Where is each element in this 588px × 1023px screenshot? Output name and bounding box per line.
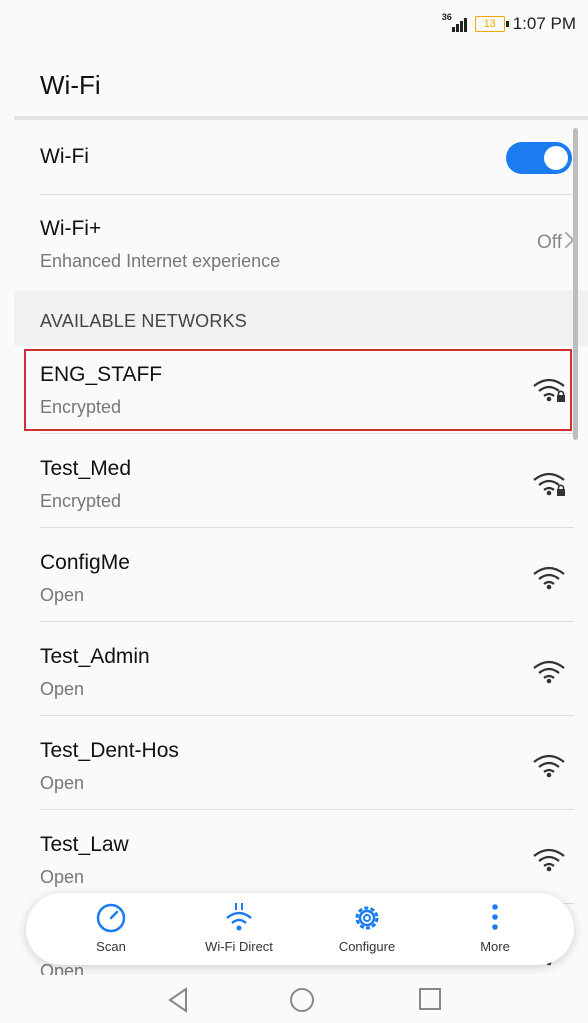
network-name: Test_Dent-Hos xyxy=(40,739,179,762)
wifi-label: Wi-Fi xyxy=(40,145,89,168)
wifi-plus-row[interactable]: Wi-Fi+ Enhanced Internet experience xyxy=(14,195,574,289)
wifi-locked-icon xyxy=(533,472,565,496)
wifi-plus-label: Wi-Fi+ xyxy=(40,217,102,240)
network-type-label: 36 xyxy=(441,12,452,22)
wifi-toggle-row[interactable]: Wi-Fi xyxy=(14,122,574,194)
network-name: Test_Med xyxy=(40,457,132,480)
status-time: 1:07 PM xyxy=(512,14,576,33)
wifi-direct-button[interactable]: Wi-Fi Direct xyxy=(184,893,294,965)
wifi-direct-icon xyxy=(226,903,252,931)
network-name: Test_Law xyxy=(40,833,129,856)
network-status: Open xyxy=(40,679,85,699)
wifi-icon xyxy=(533,754,565,778)
system-nav-bar xyxy=(0,975,588,1023)
configure-label: Configure xyxy=(338,939,396,954)
recents-icon[interactable] xyxy=(418,987,442,1011)
divider xyxy=(40,433,574,434)
selection-highlight xyxy=(24,349,572,431)
more-vertical-icon xyxy=(492,904,498,930)
battery-icon: 13 xyxy=(474,16,509,32)
network-status: Open xyxy=(40,585,85,605)
divider xyxy=(40,715,574,716)
gear-icon xyxy=(355,906,379,930)
section-header: AVAILABLE NETWORKS xyxy=(40,311,247,331)
network-name: Test_Admin xyxy=(40,645,150,668)
divider xyxy=(40,527,574,528)
wifi-direct-label: Wi-Fi Direct xyxy=(205,939,273,954)
network-status: Open xyxy=(40,773,85,793)
cellular-signal-icon: 36 xyxy=(442,12,467,32)
more-button[interactable]: More xyxy=(440,893,550,965)
page-title: Wi-Fi xyxy=(40,70,101,100)
wifi-icon xyxy=(533,566,565,590)
divider xyxy=(40,809,574,810)
wifi-plus-sublabel: Enhanced Internet experience xyxy=(40,251,281,271)
more-label: More xyxy=(480,939,510,954)
scan-button[interactable]: Scan xyxy=(56,893,166,965)
back-icon[interactable] xyxy=(166,987,190,1013)
wifi-icon xyxy=(533,660,565,684)
wifi-icon xyxy=(533,848,565,872)
network-status: Open xyxy=(40,867,85,887)
divider xyxy=(40,621,574,622)
status-bar: 36 13 1:07 PM xyxy=(0,0,588,50)
network-status: Encrypted xyxy=(40,491,122,511)
bottom-action-bar: Scan Wi-Fi Direct Configure More xyxy=(26,893,574,965)
battery-level: 13 xyxy=(483,18,496,30)
scrollbar[interactable] xyxy=(573,128,578,440)
configure-button[interactable]: Configure xyxy=(312,893,422,965)
toggle-knob xyxy=(544,146,568,170)
network-name: ConfigMe xyxy=(40,551,130,574)
wifi-toggle[interactable] xyxy=(506,142,572,174)
title-divider xyxy=(14,116,588,120)
home-icon[interactable] xyxy=(289,987,315,1013)
scan-icon xyxy=(96,903,126,933)
wifi-plus-value: Off xyxy=(537,232,562,253)
scan-label: Scan xyxy=(96,939,126,954)
